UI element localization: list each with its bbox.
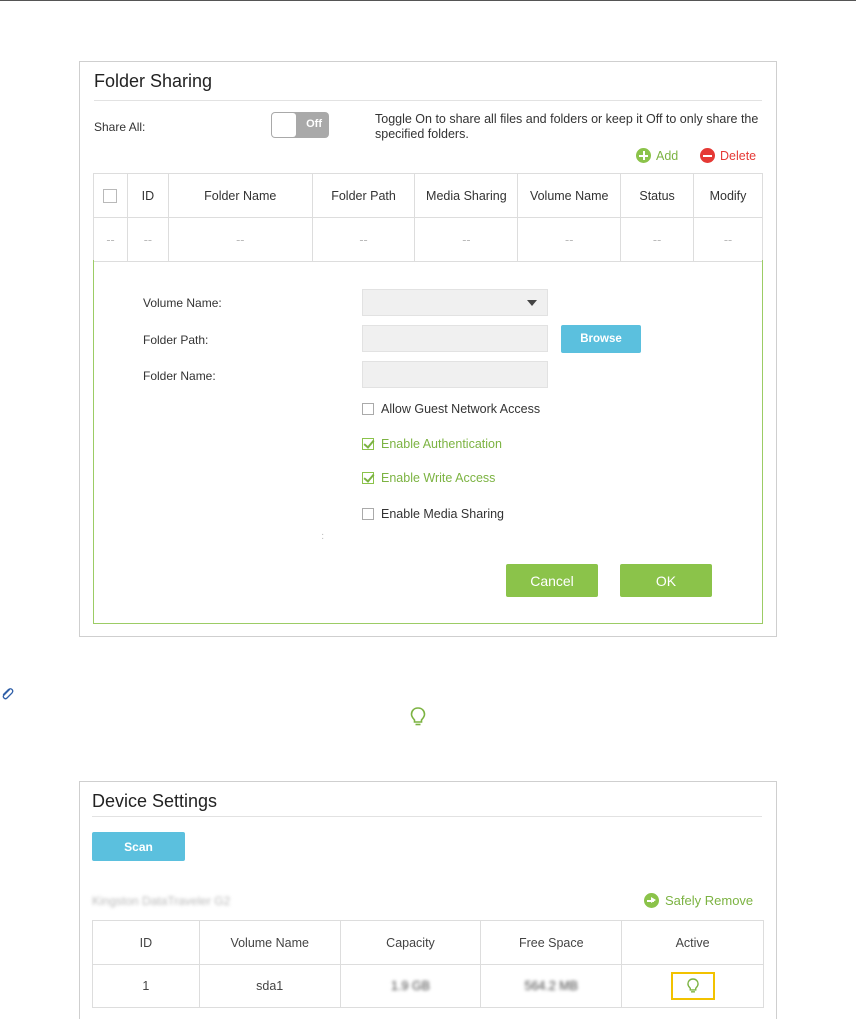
folder-name-input[interactable] <box>362 361 548 388</box>
arrow-circle-icon <box>644 893 659 908</box>
plus-circle-icon <box>636 148 651 163</box>
table-cell: -- <box>517 217 622 262</box>
select-all-checkbox[interactable] <box>103 188 118 203</box>
paperclip-icon <box>2 688 14 700</box>
col-header-volume-name: Volume Name <box>517 173 622 218</box>
lightbulb-icon <box>410 707 426 726</box>
minus-circle-icon <box>700 148 715 163</box>
col-header-free-space: Free Space <box>480 920 623 965</box>
volume-capacity: 1.9 GB <box>339 964 482 1008</box>
dropdown-caret-icon <box>527 300 537 306</box>
media-sharing-label: Enable Media Sharing <box>381 507 504 521</box>
share-all-toggle[interactable]: Off <box>271 112 329 138</box>
volume-free-space: 564.2 MB <box>480 964 623 1008</box>
table-cell: -- <box>126 217 169 262</box>
ok-button[interactable]: OK <box>620 564 712 597</box>
folder-name-label: Folder Name: <box>143 369 216 383</box>
volume-name-label: Volume Name: <box>143 296 222 310</box>
safely-remove-label: Safely Remove <box>665 893 754 908</box>
col-header-volume-name: Volume Name <box>198 920 341 965</box>
volume-name: sda1 <box>198 964 341 1008</box>
guest-access-checkbox[interactable] <box>362 403 374 415</box>
folder-edit-form: Volume Name: Folder Path: Browse Folder … <box>93 260 763 624</box>
table-header-row: ID Folder Name Folder Path Media Sharing… <box>93 173 763 218</box>
write-access-checkbox[interactable] <box>362 472 374 484</box>
add-label: Add <box>656 148 679 163</box>
cancel-button[interactable]: Cancel <box>506 564 598 597</box>
share-all-label: Share All: <box>94 120 146 134</box>
active-toggle[interactable] <box>670 972 715 1000</box>
share-all-description: Toggle On to share all files and folders… <box>375 112 759 141</box>
delete-button[interactable]: Delete <box>700 148 756 163</box>
guest-access-label: Allow Guest Network Access <box>381 402 541 416</box>
device-settings-panel: Device Settings Scan Kingston DataTravel… <box>79 781 777 1019</box>
scan-button[interactable]: Scan <box>92 832 185 861</box>
col-header-media-sharing: Media Sharing <box>414 173 519 218</box>
select-all-cell[interactable] <box>93 173 128 218</box>
col-header-folder-name: Folder Name <box>167 173 313 218</box>
folder-sharing-panel: Folder Sharing Share All: Off Toggle On … <box>79 61 777 637</box>
table-cell: -- <box>93 217 128 262</box>
col-header-modify: Modify <box>693 173 763 218</box>
guest-access-option[interactable]: Allow Guest Network Access <box>362 402 540 416</box>
volume-table: ID Volume Name Capacity Free Space Activ… <box>92 920 764 1008</box>
browse-button[interactable]: Browse <box>561 325 641 353</box>
table-cell: -- <box>620 217 695 262</box>
top-rule <box>0 0 856 1</box>
resize-dots: · · <box>321 529 325 544</box>
title-divider <box>94 100 762 101</box>
authentication-checkbox[interactable] <box>362 438 374 450</box>
table-header-row: ID Volume Name Capacity Free Space Activ… <box>92 920 764 965</box>
col-header-capacity: Capacity <box>339 920 482 965</box>
media-sharing-option[interactable]: Enable Media Sharing <box>362 507 504 521</box>
title-divider <box>92 816 762 817</box>
volume-name-select[interactable] <box>362 289 548 316</box>
col-header-active: Active <box>621 920 764 965</box>
device-name: Kingston DataTraveler G2 <box>92 894 231 908</box>
device-settings-title: Device Settings <box>92 791 218 811</box>
volume-id: 1 <box>92 964 200 1008</box>
table-cell: -- <box>414 217 519 262</box>
write-access-option[interactable]: Enable Write Access <box>362 471 495 485</box>
volume-active-cell <box>621 964 764 1008</box>
table-cell: -- <box>693 217 763 262</box>
col-header-status: Status <box>620 173 695 218</box>
folder-path-input[interactable] <box>362 325 548 352</box>
table-row: 1 sda1 1.9 GB 564.2 MB <box>92 964 764 1008</box>
table-cell: -- <box>167 217 313 262</box>
folder-sharing-title: Folder Sharing <box>94 71 213 91</box>
toggle-knob <box>272 113 296 137</box>
authentication-option[interactable]: Enable Authentication <box>362 437 502 451</box>
table-cell: -- <box>311 217 416 262</box>
authentication-label: Enable Authentication <box>381 437 502 451</box>
table-row: -- -- -- -- -- -- -- -- <box>93 217 763 262</box>
delete-label: Delete <box>720 148 757 163</box>
safely-remove-button[interactable]: Safely Remove <box>644 893 753 908</box>
folder-table: ID Folder Name Folder Path Media Sharing… <box>93 173 763 262</box>
col-header-id: ID <box>126 173 169 218</box>
media-sharing-checkbox[interactable] <box>362 508 374 520</box>
toggle-state: Off <box>306 118 322 130</box>
write-access-label: Enable Write Access <box>381 471 496 485</box>
col-header-id: ID <box>92 920 200 965</box>
lightbulb-icon <box>686 978 699 993</box>
folder-path-label: Folder Path: <box>143 333 209 347</box>
add-button[interactable]: Add <box>636 148 678 163</box>
col-header-folder-path: Folder Path <box>311 173 416 218</box>
